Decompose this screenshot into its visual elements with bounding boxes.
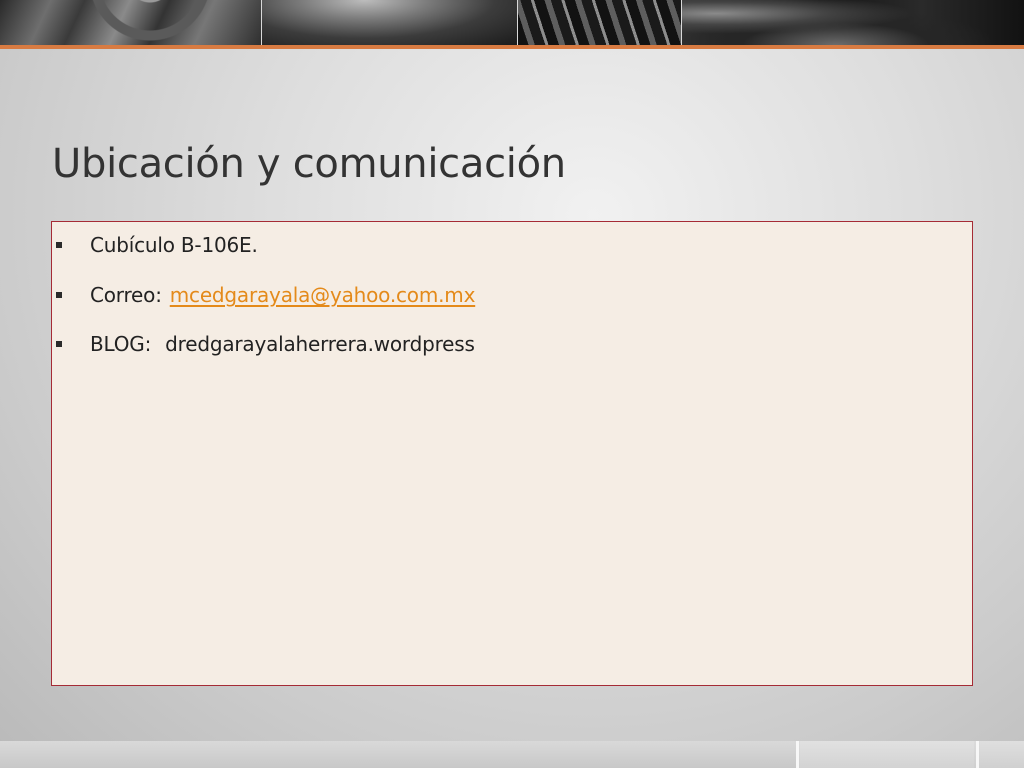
grille-image [518, 0, 682, 45]
email-line: Correo: mcedgarayala@yahoo.com.mx [90, 280, 475, 310]
email-link[interactable]: mcedgarayala@yahoo.com.mx [170, 283, 476, 307]
tire-image [682, 0, 1024, 45]
footer-segment [800, 741, 974, 768]
square-bullet-icon [56, 341, 62, 347]
footer-band [0, 741, 1024, 768]
blog-line: BLOG: dredgarayalaherrera.wordpress [90, 329, 475, 359]
accent-line [0, 45, 1024, 49]
email-label: Correo: [90, 283, 162, 307]
header-image-band [0, 0, 1024, 45]
footer-divider [976, 741, 979, 768]
content-box: Cubículo B-106E. Correo: mcedgarayala@yah… [51, 221, 973, 686]
location-text: Cubículo B-106E. [90, 233, 258, 257]
blog-label: BLOG: [90, 332, 152, 356]
footer-segment [980, 741, 1024, 768]
footer-segment [0, 741, 796, 768]
blog-value: dredgarayalaherrera.wordpress [165, 332, 475, 356]
chrome-detail-image [262, 0, 518, 45]
square-bullet-icon [56, 242, 62, 248]
footer-divider [796, 741, 799, 768]
wheel-rim-image [0, 0, 262, 45]
slide-title: Ubicación y comunicación [52, 141, 566, 187]
square-bullet-icon [56, 292, 62, 298]
